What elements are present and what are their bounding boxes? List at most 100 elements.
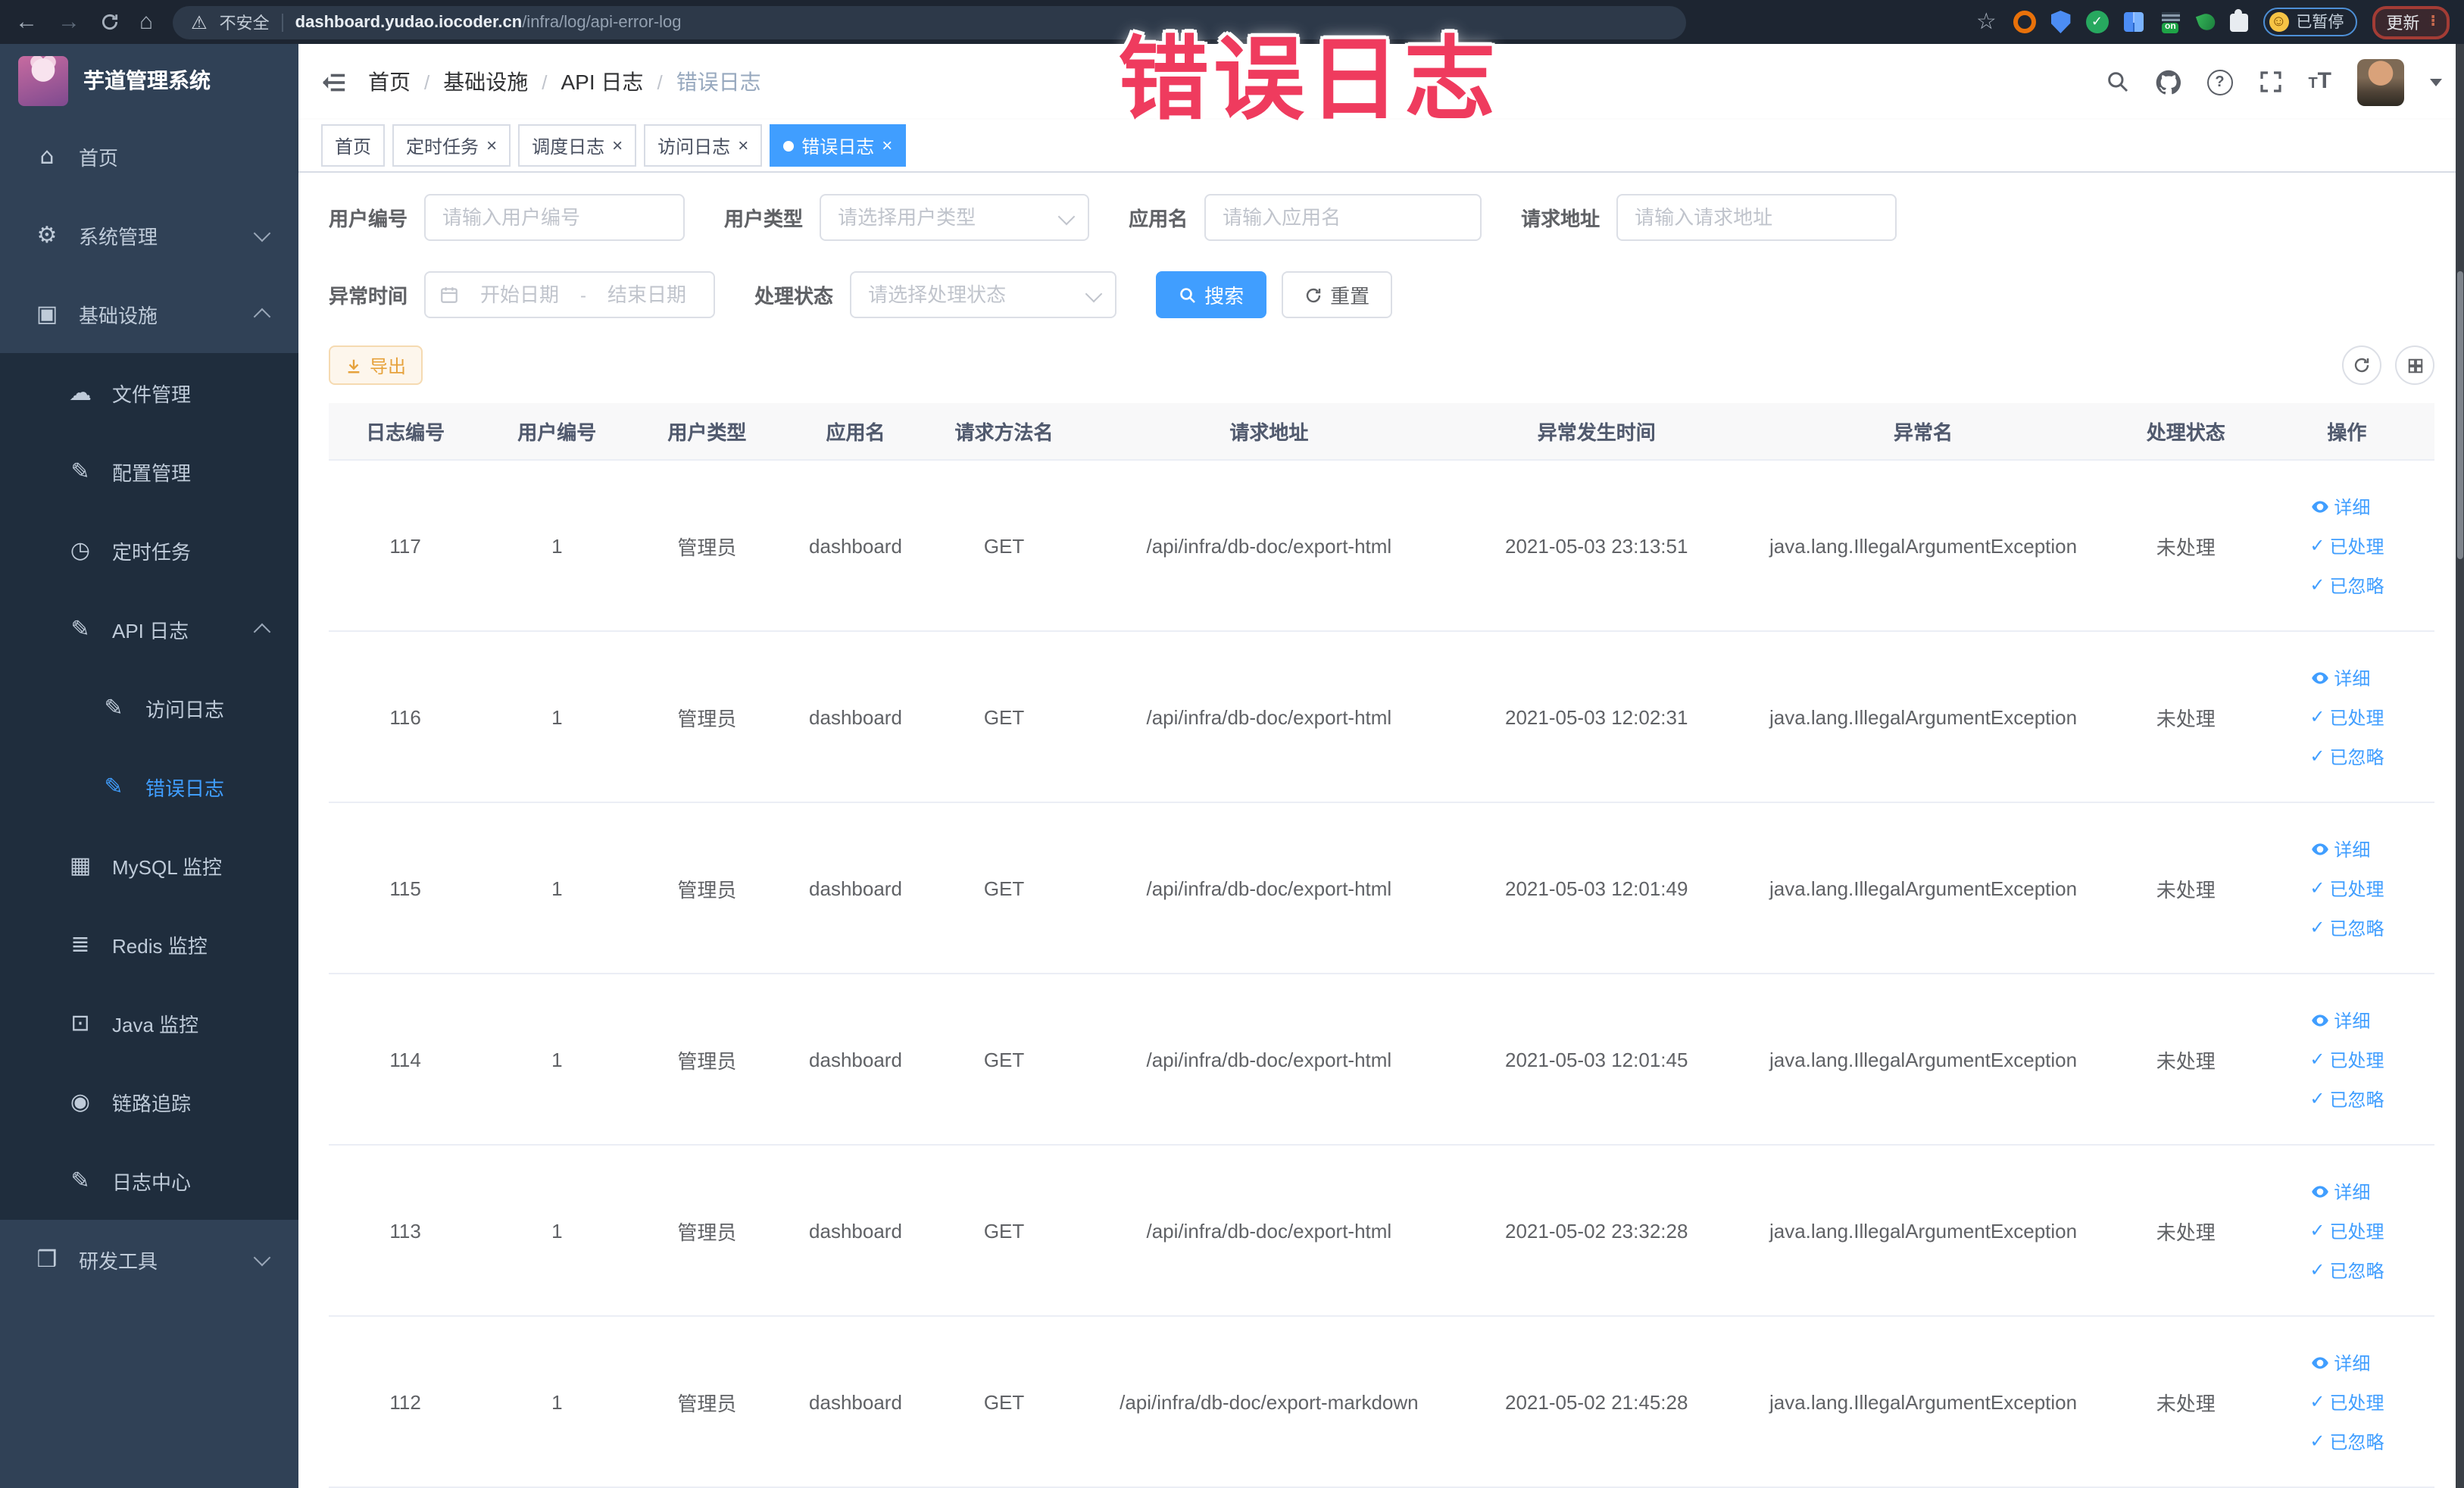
action-已忽略[interactable]: ✓ 已忽略 xyxy=(2309,1086,2384,1111)
tab-调度日志[interactable]: 调度日志 × xyxy=(518,124,637,167)
extension-grid-icon[interactable] xyxy=(2123,12,2144,32)
sidebar-item-dev-tools[interactable]: ❒ 研发工具 xyxy=(0,1220,298,1299)
sidebar-item-access-log[interactable]: ✎ 访问日志 xyxy=(0,668,298,747)
sidebar-item-home[interactable]: ⌂ 首页 xyxy=(0,117,298,195)
extension-orange-icon[interactable] xyxy=(2013,11,2036,33)
extension-shield-icon[interactable] xyxy=(2050,11,2071,33)
action-已处理[interactable]: ✓ 已处理 xyxy=(2309,875,2384,901)
breadcrumb-item[interactable]: 基础设施 xyxy=(443,67,528,97)
action-已忽略[interactable]: ✓ 已忽略 xyxy=(2309,572,2384,598)
user-id-input[interactable] xyxy=(424,194,685,241)
action-已忽略[interactable]: ✓ 已忽略 xyxy=(2309,1428,2384,1454)
table-cell: 2021-05-02 21:45:28 xyxy=(1459,1316,1735,1488)
request-url-input[interactable] xyxy=(1616,194,1897,241)
extension-leaf-icon[interactable] xyxy=(2195,11,2217,33)
action-已忽略[interactable]: ✓ 已忽略 xyxy=(2309,1257,2384,1283)
sidebar-item-config-mgmt[interactable]: ✎ 配置管理 xyxy=(0,432,298,511)
search-button[interactable]: 搜索 xyxy=(1156,271,1267,318)
scrollbar[interactable] xyxy=(2456,44,2464,1488)
bookmark-star-icon[interactable]: ☆ xyxy=(1975,11,1997,33)
sidebar-item-error-log[interactable]: ✎ 错误日志 xyxy=(0,747,298,826)
tab-错误日志[interactable]: 错误日志 × xyxy=(770,124,907,167)
user-avatar[interactable] xyxy=(2357,58,2404,105)
close-icon[interactable]: × xyxy=(612,136,623,155)
sidebar-item-file-mgmt[interactable]: ☁ 文件管理 xyxy=(0,353,298,432)
start-date-input[interactable] xyxy=(467,282,573,308)
update-button[interactable]: 更新 ⁝ xyxy=(2372,5,2450,39)
annotation-overlay: 错误日志 xyxy=(1118,29,1500,130)
action-已忽略[interactable]: ✓ 已忽略 xyxy=(2309,914,2384,940)
kebab-menu-icon[interactable]: ⁝ xyxy=(2430,14,2436,30)
help-icon[interactable]: ? xyxy=(2206,69,2233,95)
breadcrumb-item[interactable]: 首页 xyxy=(368,67,411,97)
breadcrumb: 首页 / 基础设施 / API 日志 / 错误日志 xyxy=(368,67,761,97)
sidebar-item-infrastructure[interactable]: ▣ 基础设施 xyxy=(0,274,298,353)
tab-首页[interactable]: 首页 xyxy=(321,124,386,167)
action-label: 已处理 xyxy=(2329,707,2384,728)
tab-定时任务[interactable]: 定时任务 × xyxy=(392,124,511,167)
app-logo[interactable]: 芋道管理系统 xyxy=(0,44,298,117)
sidebar-item-api-log[interactable]: ✎ API 日志 xyxy=(0,589,298,668)
back-button[interactable]: ← xyxy=(15,11,38,33)
close-icon[interactable]: × xyxy=(738,136,748,155)
font-size-icon[interactable]: TT xyxy=(2308,68,2331,95)
tab-访问日志[interactable]: 访问日志 × xyxy=(644,124,763,167)
column-settings-button[interactable] xyxy=(2395,345,2434,385)
sidebar-item-trace[interactable]: ◉ 链路追踪 xyxy=(0,1062,298,1141)
export-button[interactable]: 导出 xyxy=(329,345,423,385)
home-button[interactable]: ⌂ xyxy=(139,11,153,33)
action-已处理[interactable]: ✓ 已处理 xyxy=(2309,533,2384,558)
sidebar-fold-icon[interactable] xyxy=(321,69,347,95)
action-已处理[interactable]: ✓ 已处理 xyxy=(2309,1046,2384,1072)
url-text[interactable]: dashboard.yudao.iocoder.cn/infra/log/api… xyxy=(295,13,682,31)
action-已处理[interactable]: ✓ 已处理 xyxy=(2309,704,2384,730)
reload-button[interactable] xyxy=(100,12,120,32)
search-icon[interactable] xyxy=(2105,70,2129,94)
table-cell: 管理员 xyxy=(632,460,782,632)
sidebar-item-log-center[interactable]: ✎ 日志中心 xyxy=(0,1141,298,1220)
security-label[interactable]: 不安全 xyxy=(220,10,270,34)
extension-check-icon[interactable]: ✓ xyxy=(2085,11,2109,33)
action-详细[interactable]: 详细 xyxy=(2309,836,2370,861)
action-详细[interactable]: 详细 xyxy=(2309,1007,2370,1033)
user-type-select[interactable] xyxy=(820,194,1090,241)
scrollbar-thumb[interactable] xyxy=(2457,271,2463,559)
warning-icon: ⚠ xyxy=(191,11,208,33)
forward-button[interactable]: → xyxy=(58,11,80,33)
refresh-icon xyxy=(2354,358,2369,373)
action-已处理[interactable]: ✓ 已处理 xyxy=(2309,1389,2384,1415)
date-range-picker[interactable]: - xyxy=(424,271,716,318)
sidebar-item-redis-monitor[interactable]: ≣ Redis 监控 xyxy=(0,905,298,983)
action-详细[interactable]: 详细 xyxy=(2309,664,2370,690)
action-详细[interactable]: 详细 xyxy=(2309,1349,2370,1375)
sidebar-item-scheduled-jobs[interactable]: ◷ 定时任务 xyxy=(0,511,298,589)
table-cell: java.lang.IllegalArgumentException xyxy=(1734,974,2113,1146)
end-date-input[interactable] xyxy=(594,282,701,308)
refresh-button[interactable] xyxy=(2342,345,2381,385)
close-icon[interactable]: × xyxy=(882,136,892,155)
action-详细[interactable]: 详细 xyxy=(2309,1178,2370,1204)
log-edit-icon: ✎ xyxy=(70,1167,90,1194)
close-icon[interactable]: × xyxy=(486,136,497,155)
breadcrumb-item[interactable]: API 日志 xyxy=(561,67,644,97)
sidebar-item-mysql-monitor[interactable]: ▦ MySQL 监控 xyxy=(0,826,298,905)
column-header: 用户编号 xyxy=(482,403,632,461)
reset-button[interactable]: 重置 xyxy=(1282,271,1393,318)
sidebar-item-system-mgmt[interactable]: ⚙ 系统管理 xyxy=(0,195,298,274)
profile-paused-badge[interactable]: ☺ 已暂停 xyxy=(2263,8,2358,36)
sidebar-item-java-monitor[interactable]: ⊡ Java 监控 xyxy=(0,983,298,1062)
action-详细[interactable]: 详细 xyxy=(2309,493,2370,519)
mysql-icon: ▦ xyxy=(69,852,92,879)
table-cell: /api/infra/db-doc/export-html xyxy=(1079,802,1460,974)
action-已忽略[interactable]: ✓ 已忽略 xyxy=(2309,743,2384,769)
sidebar: 芋道管理系统 ⌂ 首页 ⚙ 系统管理 ▣ 基础设施 ☁ 文件管理 ✎ 配置管理 ◷ 定时任务 ✎ API … xyxy=(0,44,298,1488)
fullscreen-icon[interactable] xyxy=(2258,70,2282,94)
action-已处理[interactable]: ✓ 已处理 xyxy=(2309,1218,2384,1243)
github-icon[interactable] xyxy=(2155,69,2181,95)
chevron-down-icon[interactable] xyxy=(2430,78,2442,86)
process-status-select[interactable] xyxy=(850,271,1117,318)
extension-on-icon[interactable]: on xyxy=(2158,10,2182,34)
extensions-puzzle-icon[interactable] xyxy=(2229,8,2248,31)
app-name-input[interactable] xyxy=(1204,194,1482,241)
sidebar-item-label: MySQL 监控 xyxy=(112,855,222,878)
